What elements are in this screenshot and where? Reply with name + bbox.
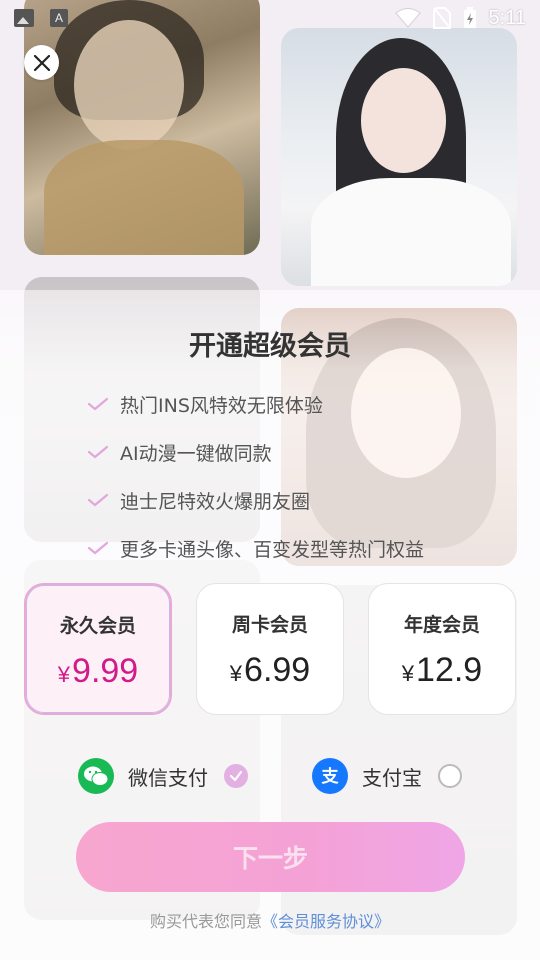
- feature-text: 热门INS风特效无限体验: [120, 394, 323, 417]
- radio-unselected[interactable]: [438, 764, 462, 788]
- page-title: 开通超级会员: [189, 331, 351, 362]
- background-photo-vintage: [24, 0, 260, 255]
- check-icon: [87, 541, 109, 555]
- agreement-text: 购买代表您同意《会员服务协议》: [0, 908, 540, 932]
- payment-label: 微信支付: [128, 765, 208, 790]
- check-icon: [87, 397, 109, 411]
- service-agreement-link[interactable]: 《会员服务协议》: [262, 912, 390, 931]
- feature-text: 迪士尼特效火爆朋友圈: [120, 490, 311, 513]
- alipay-icon: 支: [312, 758, 348, 794]
- feature-item: 更多卡通头像、百变发型等热门权益: [86, 524, 424, 572]
- feature-item: 迪士尼特效火爆朋友圈: [86, 476, 424, 524]
- plan-name: 年度会员: [403, 614, 480, 636]
- svg-text:支: 支: [322, 766, 340, 787]
- check-icon: [87, 445, 109, 459]
- plan-card-weekly[interactable]: 周卡会员 ¥6.99: [196, 583, 344, 715]
- plan-price: ¥9.99: [57, 652, 139, 690]
- payment-label: 支付宝: [362, 765, 422, 790]
- plan-price: ¥12.9: [401, 651, 483, 689]
- plan-selector: 永久会员 ¥9.99 周卡会员 ¥6.99 年度会员 ¥12.9: [24, 583, 518, 715]
- feature-text: AI动漫一键做同款: [120, 442, 272, 465]
- feature-item: 热门INS风特效无限体验: [86, 380, 424, 428]
- wechat-icon: [78, 758, 114, 794]
- feature-item: AI动漫一键做同款: [86, 428, 424, 476]
- feature-list: 热门INS风特效无限体验 AI动漫一键做同款 迪士尼特效火爆朋友圈 更多卡通头像…: [86, 380, 424, 572]
- no-sim-icon: [432, 7, 451, 29]
- close-button[interactable]: [24, 45, 59, 80]
- accessibility-a-icon: A: [50, 9, 68, 27]
- status-bar: A 5:11: [0, 0, 540, 36]
- plan-price: ¥6.99: [229, 651, 311, 689]
- plan-name: 永久会员: [59, 615, 136, 637]
- close-icon: [33, 54, 50, 71]
- check-icon: [229, 770, 243, 782]
- plan-card-yearly[interactable]: 年度会员 ¥12.9: [368, 583, 516, 715]
- background-photo-portrait: [281, 28, 517, 286]
- image-icon: [14, 9, 34, 27]
- payment-option-wechat[interactable]: 微信支付: [78, 757, 248, 795]
- payment-option-alipay[interactable]: 支 支付宝: [312, 757, 462, 795]
- radio-selected[interactable]: [224, 764, 248, 788]
- next-button[interactable]: 下一步: [76, 822, 465, 892]
- agreement-prefix: 购买代表您同意: [149, 912, 262, 931]
- plan-name: 周卡会员: [231, 614, 308, 636]
- check-icon: [87, 493, 109, 507]
- wifi-icon: [394, 8, 421, 28]
- battery-charging-icon: [463, 7, 476, 28]
- plan-card-lifetime[interactable]: 永久会员 ¥9.99: [24, 583, 172, 715]
- feature-text: 更多卡通头像、百变发型等热门权益: [120, 538, 425, 561]
- status-time: 5:11: [488, 6, 526, 29]
